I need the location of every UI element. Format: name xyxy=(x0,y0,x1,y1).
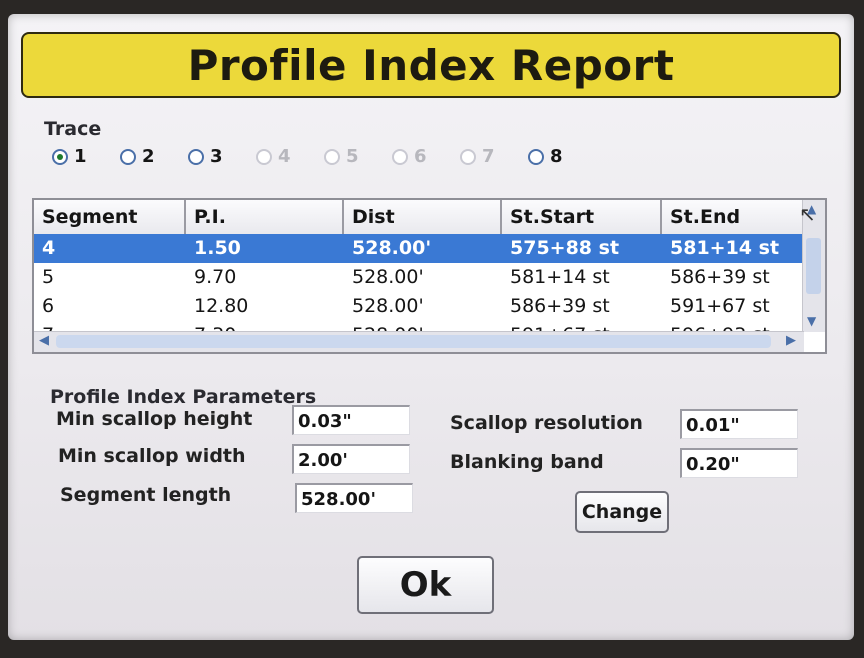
scallop-resolution-label: Scallop resolution xyxy=(450,412,643,434)
radio-icon xyxy=(460,148,476,165)
column-header-st-end[interactable]: St.End xyxy=(662,200,804,234)
min-scallop-width-label: Min scallop width xyxy=(58,445,246,467)
horizontal-scroll-thumb[interactable] xyxy=(56,335,771,348)
mouse-pointer-icon: ↖ xyxy=(799,202,816,226)
table-row[interactable]: 4 1.50 528.00' 575+88 st 581+14 st xyxy=(34,234,804,263)
radio-icon xyxy=(256,148,272,165)
trace-radio-5: 5 xyxy=(324,146,359,167)
scallop-resolution-field[interactable]: 0.01" xyxy=(680,409,798,439)
table-header: Segment P.I. Dist St.Start St.End xyxy=(34,200,804,236)
trace-label: Trace xyxy=(44,118,102,140)
segment-length-field[interactable]: 528.00' xyxy=(295,483,413,513)
trace-radio-6: 6 xyxy=(392,146,427,167)
min-scallop-height-label: Min scallop height xyxy=(56,408,253,430)
column-header-pi[interactable]: P.I. xyxy=(186,200,344,234)
title-bar: Profile Index Report xyxy=(21,32,841,98)
scroll-right-icon[interactable]: ▶ xyxy=(786,333,796,348)
column-header-st-start[interactable]: St.Start xyxy=(502,200,662,234)
radio-icon xyxy=(324,148,340,165)
dialog-title: Profile Index Report xyxy=(187,40,675,90)
table-row[interactable]: 6 12.80 528.00' 586+39 st 591+67 st xyxy=(34,292,804,321)
segment-length-label: Segment length xyxy=(60,484,232,506)
trace-radio-4: 4 xyxy=(256,146,291,167)
scroll-left-icon[interactable]: ◀ xyxy=(39,333,49,348)
vertical-scroll-thumb[interactable] xyxy=(806,238,821,294)
min-scallop-height-field[interactable]: 0.03" xyxy=(292,405,410,435)
trace-radio-8[interactable]: 8 xyxy=(528,146,563,167)
radio-checked-icon xyxy=(52,148,68,165)
column-header-dist[interactable]: Dist xyxy=(344,200,502,234)
column-header-segment[interactable]: Segment xyxy=(34,200,186,234)
horizontal-scrollbar[interactable]: ◀ ▶ xyxy=(34,331,804,352)
trace-radio-2[interactable]: 2 xyxy=(120,146,155,167)
dialog-screen: Profile Index Report Trace 1 2 3 4 5 6 7… xyxy=(8,14,854,640)
trace-radio-3[interactable]: 3 xyxy=(188,146,223,167)
blanking-band-field[interactable]: 0.20" xyxy=(680,448,798,478)
trace-radio-1[interactable]: 1 xyxy=(52,146,87,167)
segment-table: Segment P.I. Dist St.Start St.End 4 1.50… xyxy=(32,198,827,354)
radio-icon xyxy=(392,148,408,165)
radio-icon xyxy=(528,148,544,165)
blanking-band-label: Blanking band xyxy=(450,451,604,473)
radio-icon xyxy=(188,148,204,165)
table-row[interactable]: 5 9.70 528.00' 581+14 st 586+39 st xyxy=(34,263,804,292)
table-body: 4 1.50 528.00' 575+88 st 581+14 st 5 9.7… xyxy=(34,234,804,335)
ok-button[interactable]: Ok xyxy=(357,556,494,614)
parameters-title: Profile Index Parameters xyxy=(50,386,317,408)
scroll-down-icon[interactable]: ▼ xyxy=(807,314,816,328)
trace-radio-7: 7 xyxy=(460,146,495,167)
radio-icon xyxy=(120,148,136,165)
min-scallop-width-field[interactable]: 2.00' xyxy=(292,444,410,474)
change-button[interactable]: Change xyxy=(575,491,669,533)
